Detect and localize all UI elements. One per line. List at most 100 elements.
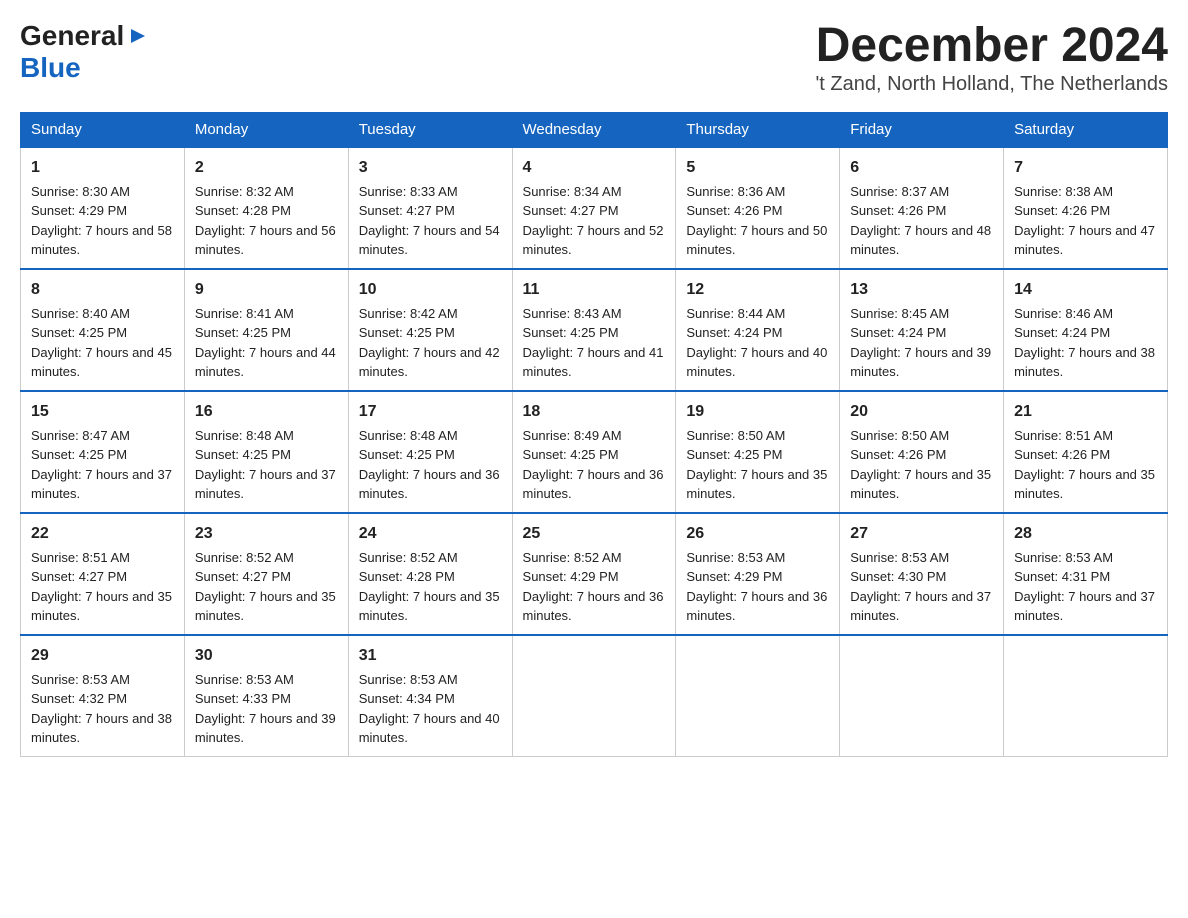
day-number: 26 — [686, 522, 829, 546]
day-number: 11 — [523, 278, 666, 302]
day-info: Sunrise: 8:51 AMSunset: 4:27 PMDaylight:… — [31, 550, 172, 624]
day-cell — [1004, 635, 1168, 757]
day-cell: 24 Sunrise: 8:52 AMSunset: 4:28 PMDaylig… — [348, 513, 512, 635]
day-cell: 2 Sunrise: 8:32 AMSunset: 4:28 PMDayligh… — [184, 147, 348, 269]
day-info: Sunrise: 8:53 AMSunset: 4:31 PMDaylight:… — [1014, 550, 1155, 624]
col-tuesday: Tuesday — [348, 112, 512, 147]
week-row-2: 8 Sunrise: 8:40 AMSunset: 4:25 PMDayligh… — [21, 269, 1168, 391]
day-cell: 4 Sunrise: 8:34 AMSunset: 4:27 PMDayligh… — [512, 147, 676, 269]
day-cell: 9 Sunrise: 8:41 AMSunset: 4:25 PMDayligh… — [184, 269, 348, 391]
col-thursday: Thursday — [676, 112, 840, 147]
day-cell: 26 Sunrise: 8:53 AMSunset: 4:29 PMDaylig… — [676, 513, 840, 635]
day-cell: 17 Sunrise: 8:48 AMSunset: 4:25 PMDaylig… — [348, 391, 512, 513]
day-info: Sunrise: 8:53 AMSunset: 4:30 PMDaylight:… — [850, 550, 991, 624]
week-row-1: 1 Sunrise: 8:30 AMSunset: 4:29 PMDayligh… — [21, 147, 1168, 269]
day-number: 9 — [195, 278, 338, 302]
day-cell: 18 Sunrise: 8:49 AMSunset: 4:25 PMDaylig… — [512, 391, 676, 513]
day-number: 25 — [523, 522, 666, 546]
day-cell: 22 Sunrise: 8:51 AMSunset: 4:27 PMDaylig… — [21, 513, 185, 635]
day-number: 29 — [31, 644, 174, 668]
day-info: Sunrise: 8:46 AMSunset: 4:24 PMDaylight:… — [1014, 306, 1155, 380]
day-cell: 14 Sunrise: 8:46 AMSunset: 4:24 PMDaylig… — [1004, 269, 1168, 391]
day-number: 21 — [1014, 400, 1157, 424]
col-saturday: Saturday — [1004, 112, 1168, 147]
day-info: Sunrise: 8:40 AMSunset: 4:25 PMDaylight:… — [31, 306, 172, 380]
day-cell: 28 Sunrise: 8:53 AMSunset: 4:31 PMDaylig… — [1004, 513, 1168, 635]
day-cell: 15 Sunrise: 8:47 AMSunset: 4:25 PMDaylig… — [21, 391, 185, 513]
day-info: Sunrise: 8:38 AMSunset: 4:26 PMDaylight:… — [1014, 184, 1155, 258]
day-number: 6 — [850, 156, 993, 180]
day-number: 23 — [195, 522, 338, 546]
day-info: Sunrise: 8:42 AMSunset: 4:25 PMDaylight:… — [359, 306, 500, 380]
day-number: 4 — [523, 156, 666, 180]
logo-blue-text: Blue — [20, 52, 81, 84]
day-info: Sunrise: 8:36 AMSunset: 4:26 PMDaylight:… — [686, 184, 827, 258]
day-number: 7 — [1014, 156, 1157, 180]
title-block: December 2024 't Zand, North Holland, Th… — [815, 20, 1168, 96]
day-number: 12 — [686, 278, 829, 302]
day-info: Sunrise: 8:50 AMSunset: 4:26 PMDaylight:… — [850, 428, 991, 502]
day-info: Sunrise: 8:49 AMSunset: 4:25 PMDaylight:… — [523, 428, 664, 502]
day-number: 14 — [1014, 278, 1157, 302]
day-info: Sunrise: 8:44 AMSunset: 4:24 PMDaylight:… — [686, 306, 827, 380]
day-cell: 20 Sunrise: 8:50 AMSunset: 4:26 PMDaylig… — [840, 391, 1004, 513]
day-info: Sunrise: 8:32 AMSunset: 4:28 PMDaylight:… — [195, 184, 336, 258]
header: General Blue December 2024 't Zand, Nort… — [20, 20, 1168, 96]
day-number: 27 — [850, 522, 993, 546]
day-cell: 21 Sunrise: 8:51 AMSunset: 4:26 PMDaylig… — [1004, 391, 1168, 513]
day-cell: 19 Sunrise: 8:50 AMSunset: 4:25 PMDaylig… — [676, 391, 840, 513]
day-info: Sunrise: 8:48 AMSunset: 4:25 PMDaylight:… — [195, 428, 336, 502]
logo-general-row: General — [20, 20, 149, 52]
day-number: 5 — [686, 156, 829, 180]
logo-general-text: General — [20, 20, 124, 52]
day-info: Sunrise: 8:53 AMSunset: 4:33 PMDaylight:… — [195, 672, 336, 746]
day-cell: 6 Sunrise: 8:37 AMSunset: 4:26 PMDayligh… — [840, 147, 1004, 269]
day-number: 28 — [1014, 522, 1157, 546]
header-row: Sunday Monday Tuesday Wednesday Thursday… — [21, 112, 1168, 147]
week-row-4: 22 Sunrise: 8:51 AMSunset: 4:27 PMDaylig… — [21, 513, 1168, 635]
day-cell: 30 Sunrise: 8:53 AMSunset: 4:33 PMDaylig… — [184, 635, 348, 757]
day-number: 20 — [850, 400, 993, 424]
day-info: Sunrise: 8:52 AMSunset: 4:29 PMDaylight:… — [523, 550, 664, 624]
day-cell: 25 Sunrise: 8:52 AMSunset: 4:29 PMDaylig… — [512, 513, 676, 635]
day-info: Sunrise: 8:34 AMSunset: 4:27 PMDaylight:… — [523, 184, 664, 258]
day-info: Sunrise: 8:47 AMSunset: 4:25 PMDaylight:… — [31, 428, 172, 502]
logo-blue-row: Blue — [20, 52, 81, 84]
week-row-5: 29 Sunrise: 8:53 AMSunset: 4:32 PMDaylig… — [21, 635, 1168, 757]
day-number: 8 — [31, 278, 174, 302]
day-cell: 3 Sunrise: 8:33 AMSunset: 4:27 PMDayligh… — [348, 147, 512, 269]
day-info: Sunrise: 8:52 AMSunset: 4:28 PMDaylight:… — [359, 550, 500, 624]
day-number: 15 — [31, 400, 174, 424]
calendar-table: Sunday Monday Tuesday Wednesday Thursday… — [20, 112, 1168, 757]
day-cell: 27 Sunrise: 8:53 AMSunset: 4:30 PMDaylig… — [840, 513, 1004, 635]
day-number: 22 — [31, 522, 174, 546]
col-sunday: Sunday — [21, 112, 185, 147]
day-number: 13 — [850, 278, 993, 302]
day-cell: 10 Sunrise: 8:42 AMSunset: 4:25 PMDaylig… — [348, 269, 512, 391]
day-info: Sunrise: 8:51 AMSunset: 4:26 PMDaylight:… — [1014, 428, 1155, 502]
day-info: Sunrise: 8:53 AMSunset: 4:29 PMDaylight:… — [686, 550, 827, 624]
day-cell: 5 Sunrise: 8:36 AMSunset: 4:26 PMDayligh… — [676, 147, 840, 269]
day-number: 1 — [31, 156, 174, 180]
day-number: 16 — [195, 400, 338, 424]
day-info: Sunrise: 8:52 AMSunset: 4:27 PMDaylight:… — [195, 550, 336, 624]
day-number: 10 — [359, 278, 502, 302]
month-title: December 2024 — [815, 20, 1168, 73]
day-info: Sunrise: 8:48 AMSunset: 4:25 PMDaylight:… — [359, 428, 500, 502]
day-info: Sunrise: 8:43 AMSunset: 4:25 PMDaylight:… — [523, 306, 664, 380]
day-number: 24 — [359, 522, 502, 546]
day-cell: 31 Sunrise: 8:53 AMSunset: 4:34 PMDaylig… — [348, 635, 512, 757]
day-cell: 29 Sunrise: 8:53 AMSunset: 4:32 PMDaylig… — [21, 635, 185, 757]
day-cell — [512, 635, 676, 757]
day-info: Sunrise: 8:33 AMSunset: 4:27 PMDaylight:… — [359, 184, 500, 258]
col-friday: Friday — [840, 112, 1004, 147]
day-number: 30 — [195, 644, 338, 668]
col-wednesday: Wednesday — [512, 112, 676, 147]
day-number: 19 — [686, 400, 829, 424]
logo-arrow-icon — [127, 25, 149, 52]
day-number: 2 — [195, 156, 338, 180]
day-cell: 1 Sunrise: 8:30 AMSunset: 4:29 PMDayligh… — [21, 147, 185, 269]
day-info: Sunrise: 8:45 AMSunset: 4:24 PMDaylight:… — [850, 306, 991, 380]
day-info: Sunrise: 8:50 AMSunset: 4:25 PMDaylight:… — [686, 428, 827, 502]
logo: General Blue — [20, 20, 149, 84]
